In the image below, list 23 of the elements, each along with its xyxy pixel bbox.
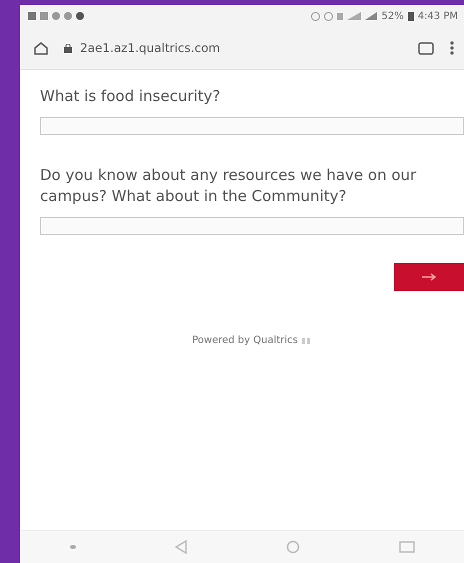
tabs-icon[interactable]: [418, 42, 434, 54]
answer-field[interactable]: [40, 117, 464, 135]
answer-field[interactable]: [40, 217, 464, 235]
dot-icon[interactable]: [70, 545, 76, 549]
back-icon[interactable]: [174, 540, 186, 554]
signal-icon: [365, 12, 378, 20]
recents-icon[interactable]: [398, 541, 414, 553]
home-button-icon[interactable]: [286, 540, 300, 554]
battery-icon: [408, 11, 414, 21]
vibrate-icon: [337, 12, 344, 20]
question-text: What is food insecurity?: [40, 86, 222, 107]
home-icon[interactable]: [34, 42, 48, 54]
signal-icon: [347, 12, 362, 20]
clock: 4:43 PM: [418, 10, 458, 22]
logo-icon: [302, 336, 312, 344]
arrow-icon: [421, 273, 437, 281]
url-text[interactable]: 2ae1.az1.qualtrics.com: [80, 41, 220, 55]
menu-icon[interactable]: [450, 41, 454, 55]
lock-icon: [64, 44, 72, 52]
question-text: Do you know about any resources we have on our campus? What about in the Community?: [40, 165, 418, 207]
battery-percent: 52%: [381, 10, 404, 22]
footer-link[interactable]: Powered by Qualtrics: [192, 335, 298, 346]
next-button[interactable]: [394, 263, 464, 291]
